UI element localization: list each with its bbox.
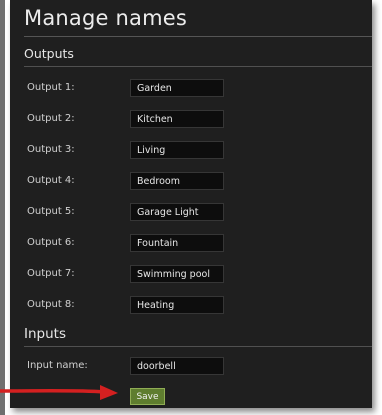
output-4-label: Output 4: [27, 175, 75, 186]
output-1-name-input[interactable] [130, 79, 224, 97]
save-button[interactable]: Save [130, 388, 165, 405]
output-row-7: Output 7: [10, 265, 372, 285]
output-2-name-input[interactable] [130, 110, 224, 128]
output-row-8: Output 8: [10, 296, 372, 316]
output-5-label: Output 5: [27, 206, 75, 217]
output-5-name-input[interactable] [130, 203, 224, 221]
output-7-name-input[interactable] [130, 265, 224, 283]
output-3-name-input[interactable] [130, 141, 224, 159]
output-8-name-input[interactable] [130, 296, 224, 314]
output-row-1: Output 1: [10, 79, 372, 99]
output-row-5: Output 5: [10, 203, 372, 223]
title-divider [24, 36, 372, 37]
page-title: Manage names [24, 6, 187, 30]
input-name-row: Input name: [10, 357, 372, 377]
output-8-label: Output 8: [27, 299, 75, 310]
output-6-label: Output 6: [27, 237, 75, 248]
input-name-label: Input name: [27, 360, 88, 371]
left-edge-stripe [0, 0, 5, 415]
output-row-4: Output 4: [10, 172, 372, 192]
output-6-name-input[interactable] [130, 234, 224, 252]
red-arrow-icon [0, 385, 118, 400]
output-4-name-input[interactable] [130, 172, 224, 190]
output-2-label: Output 2: [27, 113, 75, 124]
output-7-label: Output 7: [27, 268, 75, 279]
manage-names-panel: Manage names Outputs Output 1: Output 2:… [10, 0, 372, 408]
inputs-section-header: Inputs [24, 326, 372, 347]
output-row-3: Output 3: [10, 141, 372, 161]
input-name-field[interactable] [130, 357, 224, 375]
outputs-section-header: Outputs [24, 46, 372, 67]
output-row-6: Output 6: [10, 234, 372, 254]
output-3-label: Output 3: [27, 144, 75, 155]
output-1-label: Output 1: [27, 82, 75, 93]
output-row-2: Output 2: [10, 110, 372, 130]
